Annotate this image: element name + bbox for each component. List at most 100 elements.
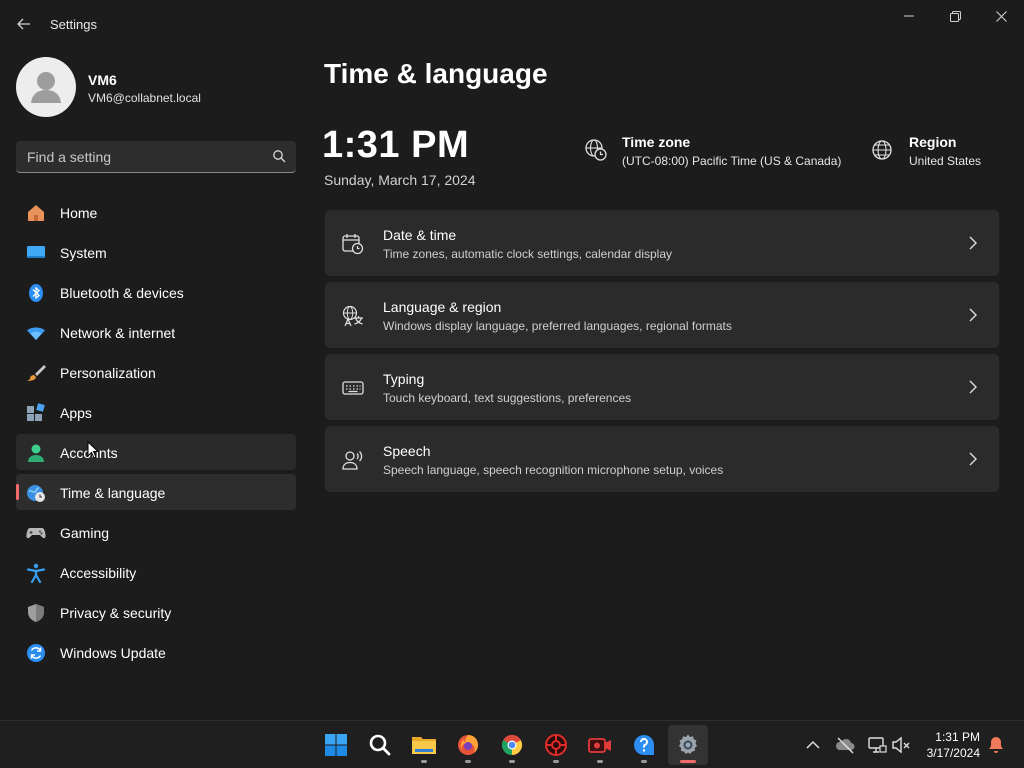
- avatar[interactable]: [16, 57, 76, 117]
- running-indicator: [509, 760, 515, 763]
- chevron-right-icon: [969, 236, 977, 250]
- current-time: 1:31 PM: [322, 124, 470, 166]
- accounts-icon: [28, 444, 44, 462]
- sidebar-item-accounts[interactable]: Accounts: [16, 434, 296, 470]
- calendar-clock-icon: [342, 234, 364, 255]
- region-value: United States: [909, 154, 982, 168]
- profile-email: VM6@collabnet.local: [88, 91, 201, 105]
- brush-icon: [27, 365, 46, 381]
- card-speech[interactable]: Speech Speech language, speech recogniti…: [325, 426, 999, 492]
- card-description: Speech language, speech recognition micr…: [383, 463, 724, 477]
- back-arrow-icon: [17, 18, 30, 30]
- title-bar: Settings: [0, 0, 1024, 48]
- card-language-region[interactable]: Language & region Windows display langua…: [325, 282, 999, 348]
- user-avatar-icon: [31, 72, 61, 103]
- running-indicator: [553, 760, 559, 763]
- sidebar-item-label: Gaming: [60, 525, 110, 541]
- sidebar-item-windows-update[interactable]: Windows Update: [16, 634, 296, 670]
- taskbar-settings[interactable]: [668, 725, 708, 765]
- sidebar-item-accessibility[interactable]: Accessibility: [16, 554, 296, 590]
- notification-bell-icon[interactable]: [986, 735, 1006, 755]
- taskbar-file-explorer[interactable]: [404, 725, 444, 765]
- apps-icon: [27, 403, 45, 421]
- mouse-cursor-icon: [87, 441, 99, 459]
- gamepad-icon: [26, 528, 46, 539]
- volume-muted-icon[interactable]: [891, 735, 911, 755]
- taskbar-search-button[interactable]: [360, 725, 400, 765]
- taskbar: 1:31 PM 3/17/2024: [0, 720, 1024, 768]
- settings-icon: [679, 734, 697, 754]
- help-icon: [634, 735, 654, 755]
- card-description: Windows display language, preferred lang…: [383, 319, 732, 333]
- restore-button[interactable]: [932, 0, 978, 32]
- wifi-icon: [27, 327, 45, 340]
- sidebar-item-privacy[interactable]: Privacy & security: [16, 594, 296, 630]
- minimize-button[interactable]: [886, 0, 932, 32]
- card-date-time[interactable]: Date & time Time zones, automatic clock …: [325, 210, 999, 276]
- running-indicator: [465, 760, 471, 763]
- card-title: Language & region: [383, 299, 502, 315]
- taskbar-clock-date[interactable]: 3/17/2024: [927, 746, 980, 760]
- sidebar-item-network[interactable]: Network & internet: [16, 314, 296, 350]
- timezone-value: (UTC-08:00) Pacific Time (US & Canada): [622, 154, 842, 168]
- search-box[interactable]: [16, 141, 296, 173]
- speech-icon: [342, 451, 363, 470]
- shield-icon: [28, 604, 44, 622]
- card-title: Typing: [383, 371, 425, 387]
- close-button[interactable]: [978, 0, 1024, 32]
- sidebar-item-label: Bluetooth & devices: [60, 285, 184, 301]
- search-icon[interactable]: [272, 149, 286, 163]
- search-icon: [369, 734, 391, 756]
- chrome-icon: [501, 734, 523, 756]
- close-icon: [995, 10, 1007, 22]
- system-icon: [27, 246, 45, 258]
- running-indicator: [680, 760, 696, 763]
- back-button[interactable]: [10, 10, 38, 38]
- taskbar-recorder[interactable]: [580, 725, 620, 765]
- taskbar-help[interactable]: [624, 725, 664, 765]
- search-input[interactable]: [16, 141, 264, 172]
- app-title: Settings: [50, 17, 97, 32]
- sidebar-item-time-language[interactable]: Time & language: [16, 474, 296, 510]
- minimize-icon: [904, 15, 914, 17]
- chevron-right-icon: [969, 452, 977, 466]
- sidebar-item-gaming[interactable]: Gaming: [16, 514, 296, 550]
- firefox-icon: [458, 735, 478, 755]
- start-icon: [325, 734, 347, 756]
- onedrive-offline-icon[interactable]: [835, 735, 855, 755]
- sidebar-item-system[interactable]: System: [16, 234, 296, 270]
- file-explorer-icon: [412, 737, 436, 754]
- running-indicator: [597, 760, 603, 763]
- taskbar-clock-time[interactable]: 1:31 PM: [935, 730, 980, 744]
- start-button[interactable]: [316, 725, 356, 765]
- security-app-icon: [545, 734, 567, 756]
- taskbar-security-app[interactable]: [536, 725, 576, 765]
- card-typing[interactable]: Typing Touch keyboard, text suggestions,…: [325, 354, 999, 420]
- sidebar-item-label: Apps: [60, 405, 92, 421]
- taskbar-chrome[interactable]: [492, 725, 532, 765]
- timezone-title: Time zone: [622, 134, 691, 150]
- globe-icon: [872, 140, 892, 160]
- bluetooth-icon: [29, 284, 43, 302]
- sidebar-item-bluetooth[interactable]: Bluetooth & devices: [16, 274, 296, 310]
- chevron-right-icon: [969, 308, 977, 322]
- taskbar-firefox[interactable]: [448, 725, 488, 765]
- sidebar-item-home[interactable]: Home: [16, 194, 296, 230]
- sidebar-item-label: Windows Update: [60, 645, 166, 661]
- chevron-up-icon[interactable]: [803, 735, 823, 755]
- current-date: Sunday, March 17, 2024: [324, 172, 476, 188]
- restore-icon: [949, 10, 961, 22]
- profile-name: VM6: [88, 72, 117, 88]
- network-icon[interactable]: [867, 735, 887, 755]
- sidebar-item-apps[interactable]: Apps: [16, 394, 296, 430]
- globe-clock-icon: [585, 139, 607, 161]
- region-title: Region: [909, 134, 957, 150]
- home-icon: [28, 205, 44, 221]
- sidebar-item-label: System: [60, 245, 107, 261]
- recorder-icon: [588, 738, 611, 753]
- sidebar-item-personalization[interactable]: Personalization: [16, 354, 296, 390]
- sidebar-item-label: Network & internet: [60, 325, 176, 341]
- card-title: Speech: [383, 443, 431, 459]
- sidebar-item-label: Time & language: [60, 485, 166, 501]
- card-description: Time zones, automatic clock settings, ca…: [383, 247, 673, 261]
